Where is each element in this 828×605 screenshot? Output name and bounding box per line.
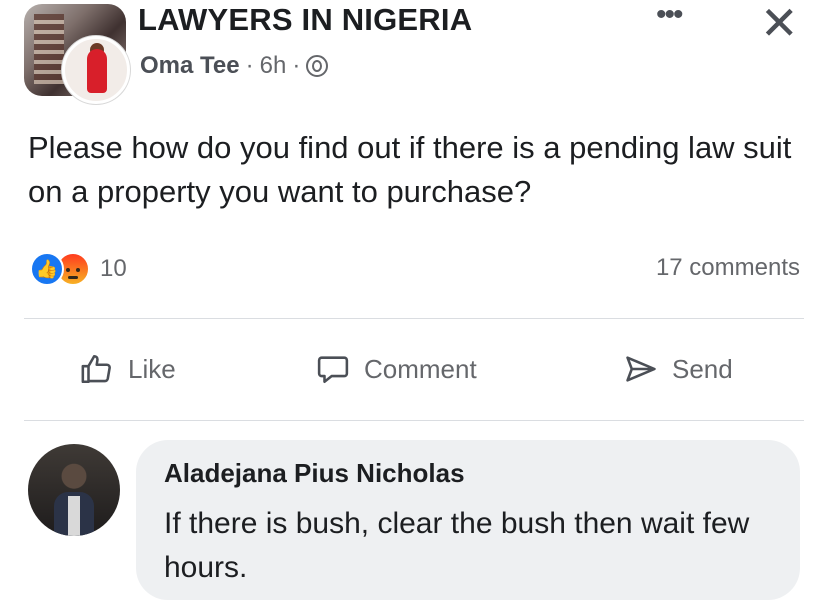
commenter-avatar[interactable] <box>28 444 120 536</box>
send-label: Send <box>672 353 733 384</box>
divider-2 <box>24 420 804 421</box>
send-button[interactable]: Send <box>624 352 733 386</box>
comment-icon <box>317 356 349 384</box>
meta-separator: · <box>245 52 254 79</box>
comments-count[interactable]: 17 comments <box>656 254 800 282</box>
comment-text: If there is bush, clear the bush then wa… <box>164 507 750 584</box>
like-button[interactable]: Like <box>80 352 176 386</box>
like-reaction-icon: 👍 <box>30 252 64 286</box>
more-icon[interactable]: ••• <box>656 0 683 30</box>
post-text: Please how do you find out if there is a… <box>28 130 792 209</box>
thumbs-up-icon <box>81 354 111 384</box>
post-time[interactable]: 6h <box>260 52 287 80</box>
comment-button[interactable]: Comment <box>316 352 477 386</box>
reaction-count: 10 <box>100 255 127 282</box>
reactions-summary[interactable]: 👍 10 <box>30 252 127 286</box>
post-meta: Oma Tee · 6h · <box>140 52 329 80</box>
send-icon <box>626 356 656 382</box>
meta-separator-2: · <box>292 52 301 79</box>
globe-icon <box>306 55 329 77</box>
like-label: Like <box>128 353 176 384</box>
author-avatar[interactable] <box>62 36 130 104</box>
divider <box>24 318 804 319</box>
group-name[interactable]: LAWYERS IN NIGERIA <box>138 2 472 38</box>
commenter-name[interactable]: Aladejana Pius Nicholas <box>164 458 465 489</box>
author-name[interactable]: Oma Tee <box>140 52 240 80</box>
close-icon[interactable]: ✕ <box>760 0 799 50</box>
comment-label: Comment <box>364 353 477 384</box>
